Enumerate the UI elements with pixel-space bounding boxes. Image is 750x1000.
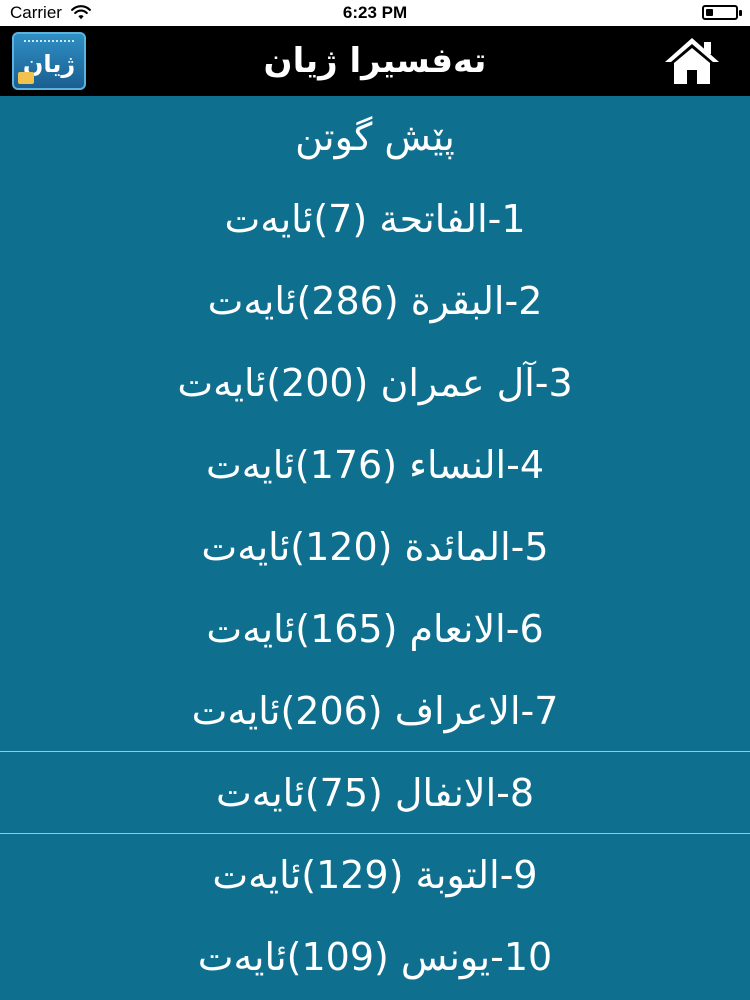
chapter-item[interactable]: 6-الانعام (165)ئایەت [0, 588, 750, 670]
logo-decoration [24, 40, 74, 46]
chapter-item[interactable]: 3-آل عمران (200)ئایەت [0, 342, 750, 424]
home-button[interactable] [662, 34, 722, 88]
home-icon [665, 38, 719, 84]
battery-fill [706, 9, 713, 16]
chapter-list: پێش گوتن 1-الفاتحة (7)ئایەت 2-البقرة (286)… [0, 96, 750, 1000]
chapter-item[interactable]: 10-یونس (109)ئایەت [0, 916, 750, 998]
app-logo: ژیان [12, 32, 86, 90]
book-icon [18, 72, 34, 84]
nav-bar: ژیان تەفسیرا ژیان [0, 26, 750, 96]
page-title: تەفسیرا ژیان [263, 41, 487, 81]
status-bar: Carrier 6:23 PM [0, 0, 750, 26]
status-time: 6:23 PM [342, 3, 408, 22]
chapter-item[interactable]: 9-التوبة (129)ئایەت [0, 834, 750, 916]
chapter-item[interactable]: 5-المائدة (120)ئایەت [0, 506, 750, 588]
battery-icon [702, 5, 742, 20]
chapter-item[interactable]: 1-الفاتحة (7)ئایەت [0, 178, 750, 260]
chapter-item[interactable]: 7-الاعراف (206)ئایەت [0, 670, 750, 752]
chapter-item[interactable]: پێش گوتن [0, 96, 750, 178]
chapter-item[interactable]: 4-النساء (176)ئایەت [0, 424, 750, 506]
chapter-item[interactable]: 2-البقرة (286)ئایەت [0, 260, 750, 342]
chapter-item[interactable]: 8-الانفال (75)ئایەت [0, 752, 750, 834]
